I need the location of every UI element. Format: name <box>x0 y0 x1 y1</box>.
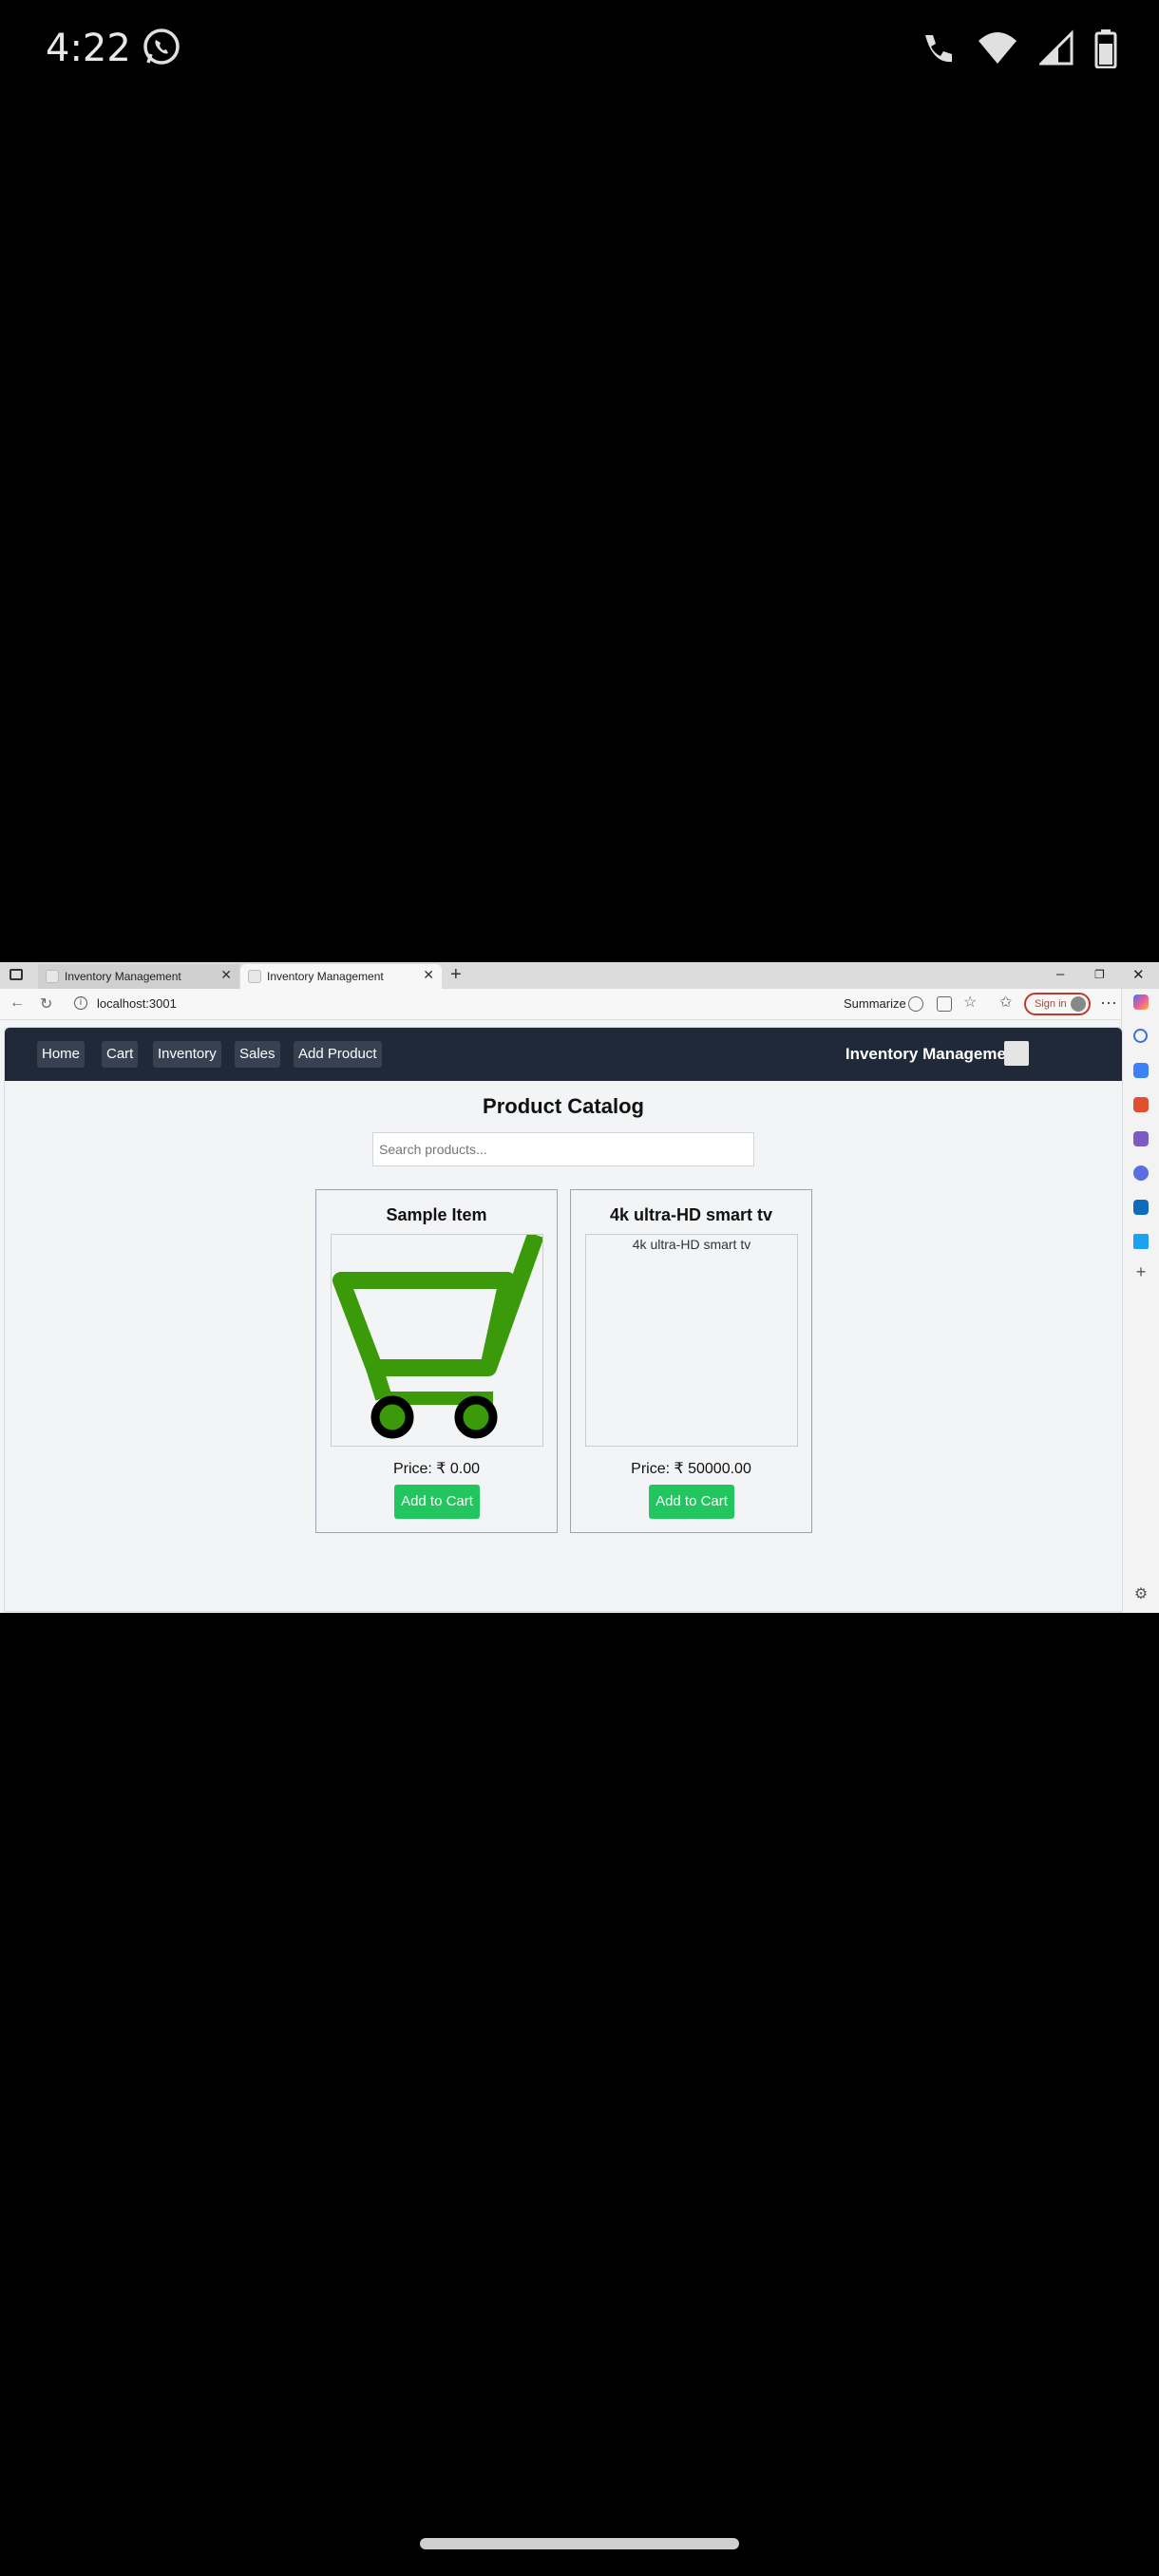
restore-icon[interactable]: ❐ <box>1094 968 1105 981</box>
search-icon[interactable] <box>1133 1029 1148 1043</box>
tab-inventory-1[interactable]: Inventory Management ✕ <box>38 964 239 989</box>
more-icon[interactable]: ··· <box>1100 993 1117 1013</box>
home-indicator[interactable] <box>420 2538 739 2549</box>
tab-title: Inventory Management <box>65 970 181 983</box>
product-price: Price: ₹ 0.00 <box>392 1461 481 1477</box>
sign-in-label: Sign in <box>1035 998 1067 1010</box>
summarize-button[interactable]: Summarize <box>844 996 906 1011</box>
url-field[interactable]: localhost:3001 <box>97 996 177 1011</box>
product-card-smart-tv: 4k ultra-HD smart tv 4k ultra-HD smart t… <box>570 1189 812 1533</box>
games-icon[interactable] <box>1133 1131 1149 1146</box>
search-input[interactable] <box>372 1132 754 1166</box>
favorites-icon[interactable]: ✩ <box>999 995 1015 1012</box>
tab-bar: Inventory Management ✕ Inventory Managem… <box>0 962 1159 989</box>
edge-sidebar: + ⚙ <box>1121 989 1159 1613</box>
minimize-icon[interactable]: – <box>1056 966 1064 982</box>
outlook-icon[interactable] <box>1133 1200 1149 1215</box>
favicon-icon <box>46 970 59 983</box>
product-image: 4k ultra-HD smart tv <box>585 1234 798 1447</box>
microsoft365-icon[interactable] <box>1133 1165 1149 1181</box>
browser-window: Inventory Management ✕ Inventory Managem… <box>0 962 1159 1613</box>
product-name: Sample Item <box>386 1205 487 1224</box>
app-available-icon[interactable] <box>937 996 952 1012</box>
product-card-sample-item: Sample Item Price: ₹ 0.00 Add to Cart <box>315 1189 558 1533</box>
close-tab-icon[interactable]: ✕ <box>220 967 232 983</box>
tools-icon[interactable] <box>1133 1097 1149 1112</box>
battery-icon <box>1094 29 1117 68</box>
status-bar: 4:22 <box>0 0 1159 104</box>
add-to-cart-button[interactable]: Add to Cart <box>394 1485 480 1519</box>
call-icon <box>925 35 952 63</box>
nav-add-product[interactable]: Add Product <box>294 1041 382 1068</box>
add-sidebar-icon[interactable]: + <box>1133 1263 1149 1280</box>
tab-title: Inventory Management <box>267 970 384 983</box>
nav-cart[interactable]: Cart <box>102 1041 139 1068</box>
whatsapp-icon <box>143 28 180 65</box>
signal-icon <box>1039 29 1074 66</box>
site-info-icon[interactable]: i <box>74 996 87 1010</box>
web-page: Home Cart Inventory Sales Add Product In… <box>4 1027 1123 1612</box>
copilot-icon[interactable] <box>908 996 923 1012</box>
product-price: Price: ₹ 50000.00 <box>631 1461 751 1477</box>
app-navbar: Home Cart Inventory Sales Add Product In… <box>5 1028 1122 1081</box>
address-bar: ← ↻ i localhost:3001 Summarize ☆ ✩ Sign … <box>0 989 1159 1020</box>
wifi-icon <box>978 32 1016 64</box>
tab-inventory-2[interactable]: Inventory Management ✕ <box>240 964 442 989</box>
favorite-icon[interactable]: ☆ <box>963 995 978 1012</box>
nav-home[interactable]: Home <box>37 1041 86 1068</box>
shopping-icon[interactable] <box>1133 1063 1149 1078</box>
brand-title: Inventory Management <box>845 1045 1021 1063</box>
copilot-sidebar-icon[interactable] <box>1133 994 1149 1010</box>
status-time: 4:22 <box>46 27 131 70</box>
page-title: Product Catalog <box>483 1094 644 1118</box>
add-to-cart-button[interactable]: Add to Cart <box>649 1485 734 1519</box>
product-name: 4k ultra-HD smart tv <box>609 1205 773 1224</box>
brand-logo-icon <box>1004 1041 1029 1066</box>
tab-actions-icon[interactable] <box>10 969 23 980</box>
nav-inventory[interactable]: Inventory <box>153 1041 221 1068</box>
settings-gear-icon[interactable]: ⚙ <box>1133 1587 1149 1602</box>
shopping-cart-icon <box>332 1235 542 1439</box>
back-icon[interactable]: ← <box>10 994 25 1012</box>
close-tab-icon[interactable]: ✕ <box>423 967 434 983</box>
product-image <box>331 1234 543 1447</box>
nav-sales[interactable]: Sales <box>235 1041 280 1068</box>
window-close-icon[interactable]: ✕ <box>1132 966 1145 983</box>
refresh-icon[interactable]: ↻ <box>40 994 52 1013</box>
new-tab-button[interactable]: + <box>450 964 462 986</box>
favicon-icon <box>248 970 261 983</box>
broken-image-alt: 4k ultra-HD smart tv <box>632 1237 751 1252</box>
drop-icon[interactable] <box>1133 1234 1149 1249</box>
avatar <box>1071 996 1086 1012</box>
sign-in-button[interactable]: Sign in <box>1024 993 1091 1015</box>
